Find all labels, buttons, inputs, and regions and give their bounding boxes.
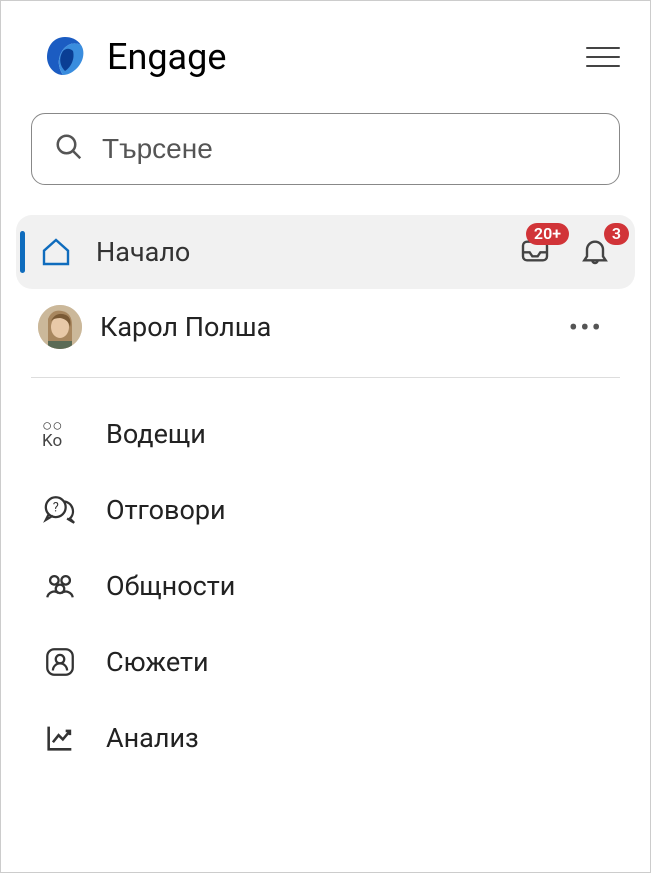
notifications-button[interactable]: 3 bbox=[579, 235, 613, 269]
storylines-icon bbox=[42, 644, 78, 680]
primary-nav: Начало 20+ 3 bbox=[1, 215, 650, 365]
menu-item-communities[interactable]: Общности bbox=[16, 548, 635, 624]
analytics-icon bbox=[42, 720, 78, 756]
divider bbox=[31, 377, 620, 378]
user-more-button[interactable]: ••• bbox=[559, 311, 613, 344]
bell-icon bbox=[579, 252, 611, 271]
search-box[interactable] bbox=[31, 113, 620, 185]
avatar bbox=[38, 305, 82, 349]
inbox-button[interactable]: 20+ bbox=[519, 235, 553, 269]
menu-analytics-label: Анализ bbox=[106, 722, 199, 754]
menu-leaders-label: Водещи bbox=[106, 418, 206, 450]
home-icon bbox=[38, 234, 74, 270]
app-title: Engage bbox=[107, 36, 226, 78]
nav-item-user[interactable]: Карол Полша ••• bbox=[16, 289, 635, 365]
search-container bbox=[1, 113, 650, 215]
answers-icon: ? bbox=[42, 492, 78, 528]
svg-text:?: ? bbox=[53, 500, 59, 515]
menu-answers-label: Отговори bbox=[106, 494, 226, 526]
search-icon bbox=[54, 132, 84, 166]
hamburger-menu-button[interactable] bbox=[586, 47, 620, 67]
menu-item-analytics[interactable]: Анализ bbox=[16, 700, 635, 776]
nav-home-label: Начало bbox=[96, 236, 497, 268]
user-name-label: Карол Полша bbox=[100, 311, 541, 343]
inbox-badge: 20+ bbox=[526, 223, 569, 245]
communities-icon bbox=[42, 568, 78, 604]
nav-actions: 20+ 3 bbox=[519, 235, 613, 269]
menu-communities-label: Общности bbox=[106, 570, 235, 602]
menu-item-answers[interactable]: ? Отговори bbox=[16, 472, 635, 548]
menu-item-storylines[interactable]: Сюжети bbox=[16, 624, 635, 700]
leaders-icon: ○○Ko bbox=[42, 416, 78, 452]
inbox-icon bbox=[519, 252, 551, 271]
nav-item-home[interactable]: Начало 20+ 3 bbox=[16, 215, 635, 289]
notifications-badge: 3 bbox=[604, 223, 629, 245]
menu-item-leaders[interactable]: ○○Ko Водещи bbox=[16, 396, 635, 472]
engage-logo-icon bbox=[41, 31, 89, 83]
menu-storylines-label: Сюжети bbox=[106, 646, 209, 678]
active-indicator bbox=[20, 231, 25, 273]
app-header: Engage bbox=[1, 21, 650, 113]
search-input[interactable] bbox=[102, 133, 597, 165]
brand: Engage bbox=[41, 31, 226, 83]
menu: ○○Ko Водещи ? Отговори Общности bbox=[1, 396, 650, 776]
